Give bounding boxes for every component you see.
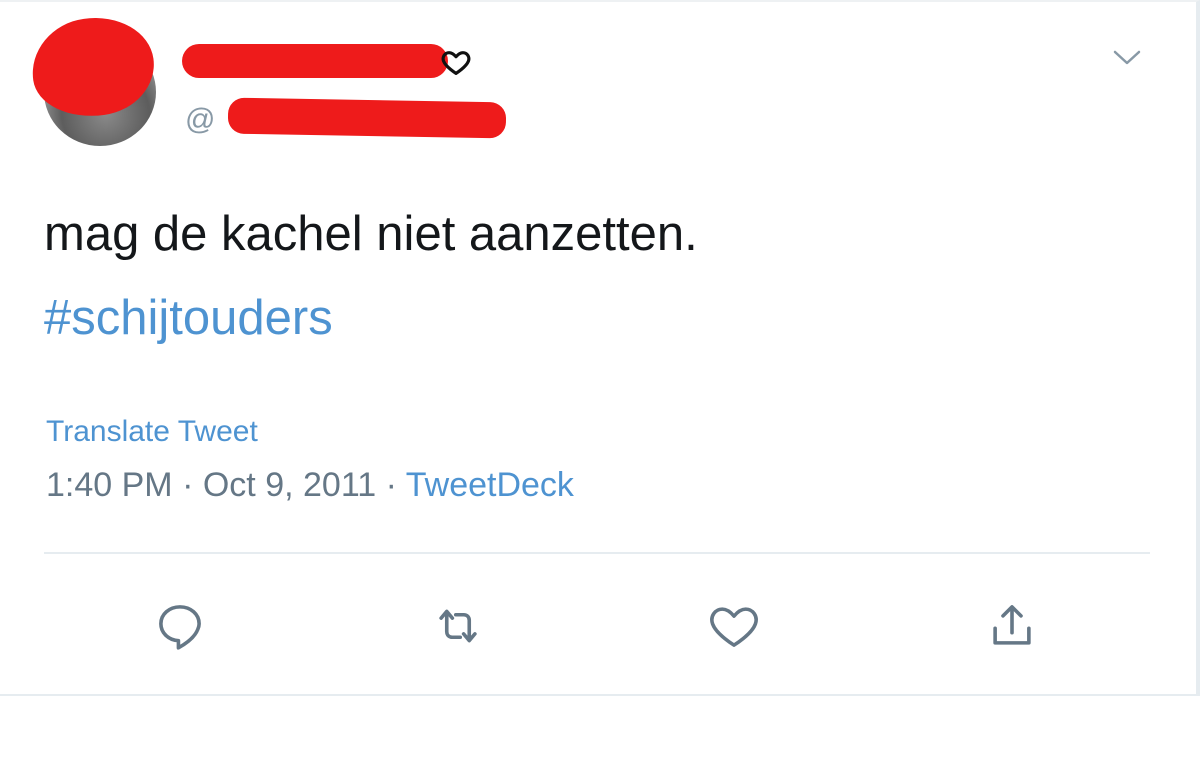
divider <box>44 552 1150 554</box>
more-options-button[interactable] <box>1104 38 1150 78</box>
reply-button[interactable] <box>150 598 210 654</box>
retweet-button[interactable] <box>428 598 488 654</box>
translate-tweet-link[interactable]: Translate Tweet <box>46 414 258 450</box>
chevron-down-icon <box>1113 50 1141 65</box>
reply-icon <box>159 605 201 650</box>
retweet-icon <box>439 609 477 643</box>
display-name-redaction <box>182 44 448 78</box>
meta-separator: · <box>385 466 397 504</box>
share-icon <box>993 605 1031 645</box>
heart-icon <box>441 51 471 75</box>
tweet-card: @ mag de kachel niet aanzetten. #schijto… <box>0 0 1200 696</box>
tweet-metadata: 1:40 PM · Oct 9, 2011 · TweetDeck <box>46 464 574 506</box>
like-button[interactable] <box>704 598 764 654</box>
handle-prefix: @ <box>185 103 216 136</box>
like-icon <box>710 607 758 647</box>
page: @ mag de kachel niet aanzetten. #schijto… <box>0 0 1200 764</box>
tweet-time[interactable]: 1:40 PM <box>46 466 173 504</box>
tweet-text-line: mag de kachel niet aanzetten. <box>44 207 698 261</box>
meta-separator: · <box>182 466 194 504</box>
hashtag-link[interactable]: #schijtouders <box>44 276 1144 360</box>
tweet-date[interactable]: Oct 9, 2011 <box>203 466 376 504</box>
share-button[interactable] <box>982 598 1042 654</box>
handle-redaction <box>227 97 507 139</box>
tweet-source-link[interactable]: TweetDeck <box>406 466 574 504</box>
tweet-text: mag de kachel niet aanzetten. #schijtoud… <box>44 192 1144 360</box>
